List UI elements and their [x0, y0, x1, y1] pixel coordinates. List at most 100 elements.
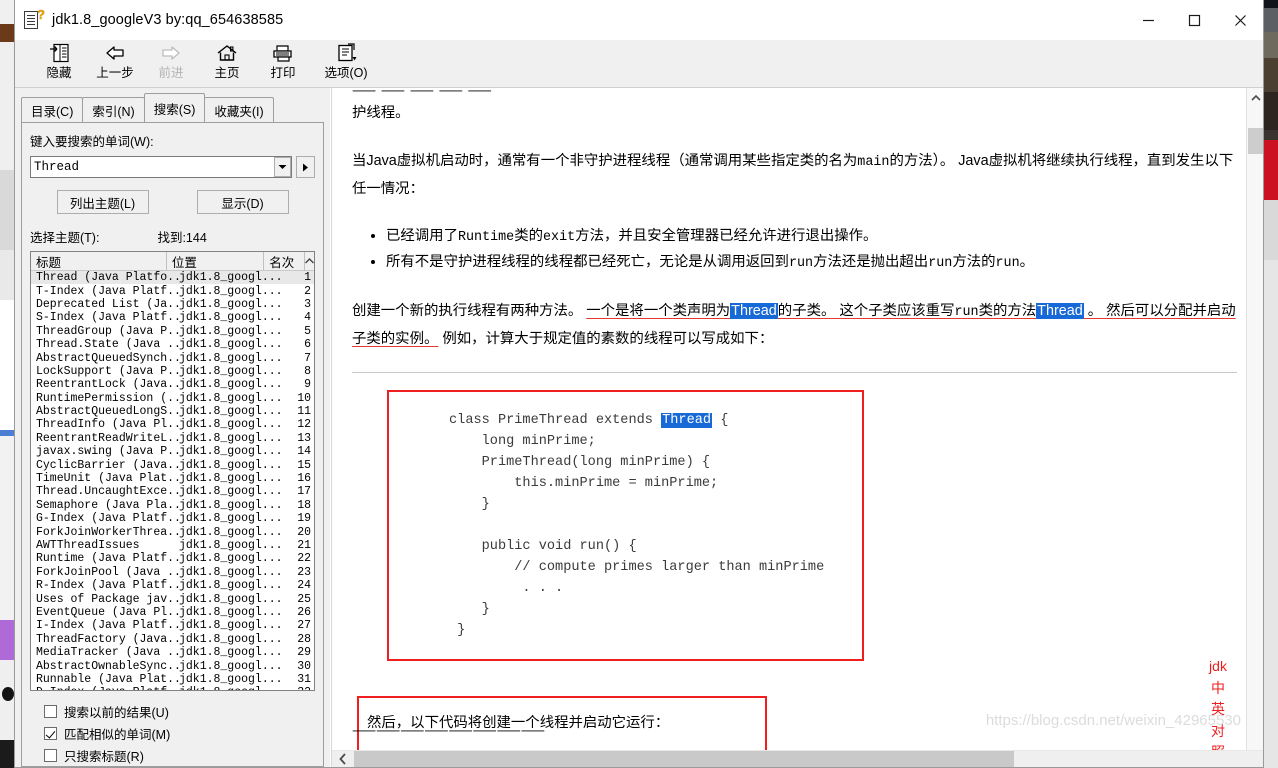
inline-code-run-2: run — [928, 256, 953, 271]
toolbar-button-home[interactable]: 主页 — [199, 40, 255, 86]
row-location: jdk1.8_googl... — [179, 525, 283, 539]
row-location: jdk1.8_googl... — [179, 391, 283, 405]
table-row[interactable]: Uses of Package jav... jdk1.8_googl... 25 — [31, 592, 314, 606]
content-hscroll-thumb[interactable] — [354, 750, 1014, 767]
row-title: G-Index (Java Platf... — [36, 512, 179, 526]
column-header-location[interactable]: 位置 — [166, 252, 265, 270]
toolbar-button-print[interactable]: 打印 — [255, 40, 311, 86]
row-rank: 10 — [297, 391, 311, 405]
table-row[interactable]: Deprecated List (Ja... jdk1.8_googl... 3 — [31, 298, 314, 311]
option-label-search-titles-only: 只搜索标题(R) — [64, 749, 144, 764]
table-row[interactable]: Thread.State (Java ... jdk1.8_googl... 6 — [31, 338, 314, 351]
chevron-down-icon[interactable] — [274, 157, 291, 177]
tab-search[interactable]: 搜索(S) — [143, 93, 206, 122]
row-rank: 12 — [297, 418, 311, 432]
option-search-previous-results[interactable]: 搜索以前的结果(U) — [44, 700, 315, 722]
table-row[interactable]: S-Index (Java Platf... jdk1.8_googl... 4 — [31, 311, 314, 324]
table-row[interactable]: Thread.UncaughtExce... jdk1.8_googl... 17 — [31, 485, 314, 498]
scroll-up-arrow-icon[interactable] — [305, 252, 314, 270]
table-row[interactable]: AbstractQueuedSynch... jdk1.8_googl... 7 — [31, 351, 314, 365]
toolbar-button-options[interactable]: 选项(O) — [311, 40, 381, 86]
table-row[interactable]: Semaphore (Java Pla... jdk1.8_googl... 18 — [31, 499, 314, 512]
close-button[interactable] — [1217, 0, 1263, 40]
table-row[interactable]: Runnable (Java Plat... jdk1.8_googl... 31 — [31, 673, 314, 686]
maximize-button[interactable] — [1171, 0, 1217, 40]
row-location: jdk1.8_googl... — [179, 539, 283, 552]
bullet1-a: 已经调用了 — [386, 228, 458, 244]
select-topic-label: 选择主题(T): — [30, 231, 100, 245]
table-row[interactable]: javax.swing (Java P... jdk1.8_googl... 14 — [31, 445, 314, 458]
toolbar-button-back[interactable]: 上一步 — [87, 40, 143, 86]
table-row[interactable]: T-Index (Java Platf... jdk1.8_googl... 2 — [31, 284, 314, 298]
checkbox-search-titles-only[interactable] — [44, 748, 57, 762]
table-row[interactable]: ThreadGroup (Java P... jdk1.8_googl... 5 — [31, 325, 314, 338]
row-rank: 7 — [304, 351, 311, 365]
table-row[interactable]: ThreadFactory (Java... jdk1.8_googl... 28 — [31, 633, 314, 646]
table-row[interactable]: I-Index (Java Platf... jdk1.8_googl... 27 — [31, 619, 314, 632]
search-input[interactable]: Thread — [30, 156, 292, 178]
content-vertical-scrollbar[interactable] — [1246, 88, 1263, 767]
content-scroll-left-icon[interactable] — [332, 751, 354, 768]
tab-contents[interactable]: 目录(C) — [21, 97, 84, 122]
column-header-title[interactable]: 标题 — [31, 252, 167, 270]
toolbar-button-hide[interactable]: 隐藏 — [31, 40, 87, 86]
table-row[interactable]: D-Index (Java Platf...jdk1.8_googl...32 — [31, 686, 314, 690]
row-title: S-Index (Java Platf... — [36, 311, 179, 325]
row-title: Thread.UncaughtExce... — [36, 485, 179, 499]
tab-index[interactable]: 索引(N) — [82, 97, 145, 122]
option-search-titles-only[interactable]: 只搜索标题(R) — [44, 744, 315, 766]
row-rank: 11 — [297, 405, 311, 419]
option-match-similar-words[interactable]: 匹配相似的单词(M) — [44, 722, 315, 744]
row-title: Thread (Java Platfo... — [36, 271, 179, 285]
toolbar-button-forward[interactable]: 前进 — [143, 40, 199, 86]
table-row[interactable]: ForkJoinWorkerThrea... jdk1.8_googl... 20 — [31, 525, 314, 539]
code-example-box-1: class PrimeThread extends Thread { long … — [387, 390, 864, 661]
table-row[interactable]: MediaTracker (Java ... jdk1.8_googl... 29 — [31, 646, 314, 659]
option-label-match-similar-words: 匹配相似的单词(M) — [64, 727, 171, 742]
table-row[interactable]: AbstractOwnableSync... jdk1.8_googl... 30 — [31, 659, 314, 673]
checkbox-match-similar-words[interactable] — [44, 726, 57, 740]
row-location: jdk1.8_googl... — [179, 619, 283, 633]
results-list-header: 标题 位置 名次 — [31, 252, 314, 271]
table-row[interactable]: ReentrantLock (Java... jdk1.8_googl... 9 — [31, 378, 314, 391]
search-input-value: Thread — [34, 160, 80, 174]
table-row[interactable]: R-Index (Java Platf... jdk1.8_googl... 24 — [31, 579, 314, 592]
results-listbox[interactable]: 标题 位置 名次 Thread (Java Platfo... jdk1.8_go… — [30, 251, 315, 691]
row-rank: 31 — [297, 672, 311, 686]
search-next-button[interactable] — [296, 156, 315, 178]
topic-content-pane: ⸺ ⸺ ⸺ ⸺ ⸺ 护线程。 当Java虚拟机启动时，通常有一个非守护进程线程（… — [331, 88, 1263, 767]
toolbar-label-print: 打印 — [270, 66, 296, 80]
search-options: 搜索以前的结果(U) 匹配相似的单词(M) 只搜索标题(R) — [30, 691, 315, 766]
row-title: ThreadGroup (Java P... — [36, 324, 179, 338]
table-row[interactable]: LockSupport (Java P... jdk1.8_googl... 8 — [31, 365, 314, 378]
table-row[interactable]: Runtime (Java Platf... jdk1.8_googl... 22 — [31, 552, 314, 565]
row-rank: 17 — [297, 485, 311, 499]
table-row[interactable]: AbstractQueuedLongS... jdk1.8_googl... 11 — [31, 405, 314, 418]
search-combo-row: Thread — [30, 156, 315, 178]
table-row[interactable]: ForkJoinPool (Java ... jdk1.8_googl... 23 — [31, 566, 314, 579]
table-row[interactable]: TimeUnit (Java Plat... jdk1.8_googl... 16 — [31, 472, 314, 485]
content-horizontal-scrollbar[interactable] — [332, 750, 1263, 767]
help-document-icon: ? — [23, 8, 45, 31]
row-title: AbstractQueuedLongS... — [36, 405, 179, 419]
tab-favorites[interactable]: 收藏夹(I) — [204, 97, 274, 122]
paragraph-jvm-startup: 当Java虚拟机启动时，通常有一个非守护进程线程（通常调用某些指定类的名为mai… — [352, 148, 1237, 202]
minimize-button[interactable] — [1125, 0, 1171, 40]
table-row[interactable]: ThreadInfo (Java Pl... jdk1.8_googl... 12 — [31, 418, 314, 431]
table-row[interactable]: G-Index (Java Platf... jdk1.8_googl... 19 — [31, 512, 314, 525]
table-row[interactable]: ReentrantReadWriteL... jdk1.8_googl... 13 — [31, 432, 314, 445]
column-header-rank[interactable]: 名次 — [264, 252, 305, 270]
content-scroll-up-icon[interactable] — [1247, 88, 1263, 106]
side-watermark-char: 中 — [1211, 679, 1225, 696]
table-row[interactable]: Thread (Java Platfo... jdk1.8_googl... 1 — [31, 271, 314, 285]
table-row[interactable]: EventQueue (Java Pl... jdk1.8_googl... 26 — [31, 606, 314, 619]
display-button[interactable]: 显示(D) — [196, 190, 289, 214]
table-row[interactable]: AWTThreadIssues jdk1.8_googl... 21 — [31, 539, 314, 552]
table-row[interactable]: RuntimePermission (... jdk1.8_googl... 10 — [31, 392, 314, 405]
list-topics-button[interactable]: 列出主题(L) — [56, 190, 149, 214]
checkbox-search-previous-results[interactable] — [44, 704, 57, 718]
content-scroll-thumb[interactable] — [1248, 128, 1263, 154]
table-row[interactable]: CyclicBarrier (Java... jdk1.8_googl... 15 — [31, 458, 314, 472]
content-hscroll-track[interactable] — [354, 750, 1263, 767]
row-rank: 25 — [297, 592, 311, 606]
